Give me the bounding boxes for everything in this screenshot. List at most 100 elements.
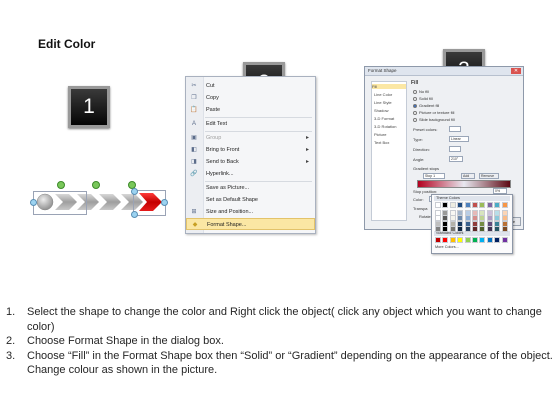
menu-item-set-default-shape[interactable]: Set as Default Shape <box>186 194 315 206</box>
menu-item-size-and-position[interactable]: ⊞ Size and Position... <box>186 206 315 218</box>
radio-button[interactable] <box>413 89 417 94</box>
radio-slide-background-fill[interactable]: Slide background fill <box>413 117 455 122</box>
menu-item-label: Save as Picture... <box>206 185 250 191</box>
standard-color-swatch[interactable] <box>457 237 464 243</box>
format-shape-icon: ◆ <box>192 222 198 228</box>
menu-item-copy[interactable]: ❐ Copy <box>186 92 315 104</box>
preset-colors-dropdown[interactable] <box>449 126 461 132</box>
standard-color-swatch[interactable] <box>435 237 441 243</box>
standard-color-swatch[interactable] <box>501 237 508 243</box>
menu-item-save-as-picture[interactable]: Save as Picture... <box>186 182 315 194</box>
scissors-icon: ✂ <box>191 83 197 89</box>
menu-item-label: Format Shape... <box>207 222 247 228</box>
color-swatch[interactable] <box>442 226 449 233</box>
dialog-title-bar: Format Shape ✕ <box>365 67 523 76</box>
menu-item-paste[interactable]: 📋 Paste <box>186 104 315 116</box>
color-swatch[interactable] <box>486 202 493 208</box>
standard-color-swatch[interactable] <box>449 237 456 243</box>
color-swatch[interactable] <box>457 226 464 233</box>
color-swatch[interactable] <box>472 202 478 208</box>
type-dropdown[interactable]: Linear <box>449 136 469 142</box>
color-swatch[interactable] <box>435 226 441 233</box>
gradient-stops-label: Gradient stops <box>413 166 440 171</box>
radio-button[interactable] <box>413 117 417 122</box>
color-swatch[interactable] <box>464 202 471 208</box>
color-swatch[interactable] <box>457 202 464 208</box>
radio-button[interactable] <box>413 96 417 101</box>
menu-item-label: Hyperlink... <box>206 171 234 177</box>
radio-label: Solid fill <box>419 96 433 101</box>
color-swatch[interactable] <box>449 202 456 208</box>
color-swatch[interactable] <box>442 202 449 208</box>
nav-item-picture[interactable]: Picture <box>374 132 386 137</box>
color-swatch[interactable] <box>501 202 508 208</box>
radio-solid-fill[interactable]: Solid fill <box>413 96 433 101</box>
direction-label: Direction: <box>413 147 430 152</box>
standard-color-swatch[interactable] <box>472 237 478 243</box>
resize-handle[interactable] <box>161 199 168 206</box>
instruction-text: Select the shape to change the color and… <box>27 306 542 333</box>
remove-stop-button[interactable]: Remove <box>479 173 499 179</box>
size-position-icon: ⊞ <box>191 209 197 215</box>
color-swatch[interactable] <box>464 226 471 233</box>
gray-chevron-3 <box>99 194 121 210</box>
standard-color-swatch[interactable] <box>464 237 471 243</box>
transparency-label: Transpa <box>413 206 428 211</box>
rotate-label: Rotate <box>419 214 431 219</box>
angle-input[interactable]: 210° <box>449 156 463 162</box>
instructions-list: 1. Select the shape to change the color … <box>6 305 554 378</box>
color-swatch[interactable] <box>479 226 486 233</box>
selected-shape[interactable] <box>30 181 168 219</box>
menu-item-bring-to-front[interactable]: ◧ Bring to Front ▸ <box>186 144 315 156</box>
rotation-handle[interactable] <box>92 181 100 189</box>
resize-handle[interactable] <box>131 188 138 195</box>
color-swatch[interactable] <box>472 226 478 233</box>
color-swatch[interactable] <box>449 226 456 233</box>
standard-color-swatch[interactable] <box>486 237 493 243</box>
paste-icon: 📋 <box>190 107 198 113</box>
resize-handle[interactable] <box>131 211 138 218</box>
instruction-text: Choose “Fill” in the Format Shape box th… <box>27 349 553 377</box>
color-swatch[interactable] <box>486 226 493 233</box>
radio-picture-fill[interactable]: Picture or texture fill <box>413 110 454 115</box>
nav-item-line-style[interactable]: Line Style <box>374 100 392 105</box>
color-swatch[interactable] <box>479 202 486 208</box>
page-title: Edit Color <box>38 37 96 51</box>
radio-button[interactable] <box>413 103 417 108</box>
nav-item-line-color[interactable]: Line Color <box>374 92 392 97</box>
nav-item-text-box[interactable]: Text Box <box>374 140 389 145</box>
add-stop-button[interactable]: Add <box>461 173 475 179</box>
color-swatch[interactable] <box>435 202 441 208</box>
resize-handle[interactable] <box>30 199 37 206</box>
menu-item-hyperlink[interactable]: 🔗 Hyperlink... <box>186 168 315 180</box>
menu-item-send-to-back[interactable]: ◨ Send to Back ▸ <box>186 156 315 168</box>
direction-dropdown[interactable] <box>449 146 461 152</box>
color-swatch[interactable] <box>501 226 508 233</box>
selection-box <box>33 191 87 215</box>
radio-no-fill[interactable]: No fill <box>413 89 429 94</box>
standard-color-swatch[interactable] <box>494 237 501 243</box>
standard-color-swatch[interactable] <box>479 237 486 243</box>
more-colors-link[interactable]: More Colors... <box>435 245 459 249</box>
nav-item-fill[interactable]: Fill <box>372 84 406 89</box>
instruction-number: 2. <box>6 335 16 347</box>
standard-color-swatch[interactable] <box>442 237 449 243</box>
menu-item-label: Cut <box>206 83 215 89</box>
nav-item-3d-format[interactable]: 3-D Format <box>374 116 394 121</box>
radio-gradient-fill[interactable]: Gradient fill <box>413 103 439 108</box>
close-icon[interactable]: ✕ <box>511 68 521 74</box>
menu-item-label: Group <box>206 135 222 141</box>
color-swatch[interactable] <box>494 202 501 208</box>
color-swatch[interactable] <box>494 226 501 233</box>
send-back-icon: ◨ <box>191 159 197 165</box>
menu-item-label: Copy <box>206 95 219 101</box>
stop-dropdown[interactable]: Stop 1 <box>423 173 445 179</box>
menu-item-edit-text[interactable]: A Edit Text <box>186 118 315 130</box>
nav-item-3d-rotation[interactable]: 3-D Rotation <box>374 124 396 129</box>
rotation-handle[interactable] <box>57 181 65 189</box>
menu-item-format-shape[interactable]: ◆ Format Shape... <box>186 218 315 230</box>
menu-item-cut[interactable]: ✂ Cut <box>186 80 315 92</box>
nav-item-shadow[interactable]: Shadow <box>374 108 388 113</box>
menu-item-label: Size and Position... <box>206 209 254 215</box>
radio-button[interactable] <box>413 110 417 115</box>
